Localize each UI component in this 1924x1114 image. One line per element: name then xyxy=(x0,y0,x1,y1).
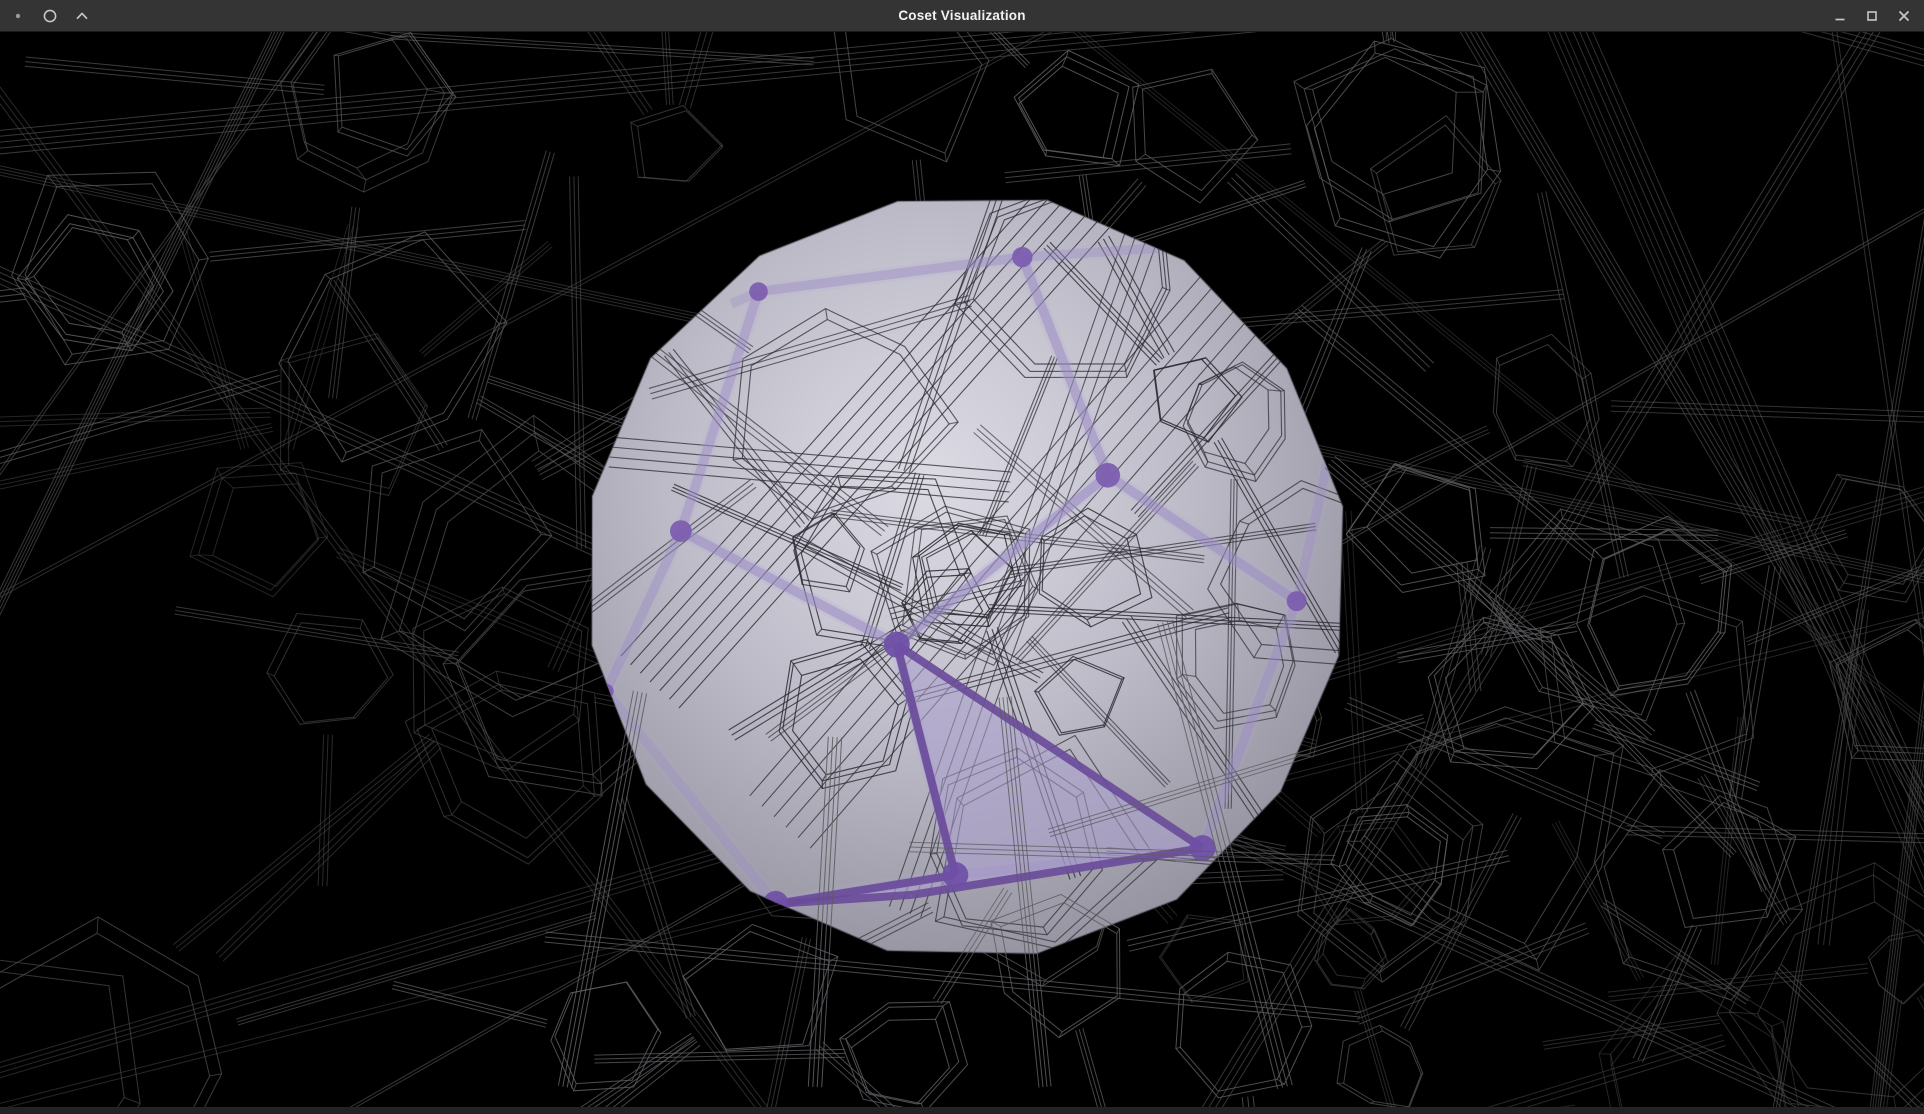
dot-icon[interactable] xyxy=(10,8,26,24)
app-window: { "window": { "title": "Coset Visualizat… xyxy=(0,0,1924,1114)
chevron-up-icon[interactable] xyxy=(74,8,90,24)
title-bar: Coset Visualization xyxy=(0,0,1924,32)
window-bottom-edge xyxy=(0,1107,1924,1114)
window-title: Coset Visualization xyxy=(0,0,1924,31)
minimize-button[interactable] xyxy=(1832,8,1848,24)
viewport-3d[interactable] xyxy=(0,32,1924,1114)
window-controls xyxy=(1832,8,1924,24)
circle-icon[interactable] xyxy=(42,8,58,24)
maximize-button[interactable] xyxy=(1864,8,1880,24)
title-bar-left-icons xyxy=(0,8,90,24)
close-button[interactable] xyxy=(1896,8,1912,24)
